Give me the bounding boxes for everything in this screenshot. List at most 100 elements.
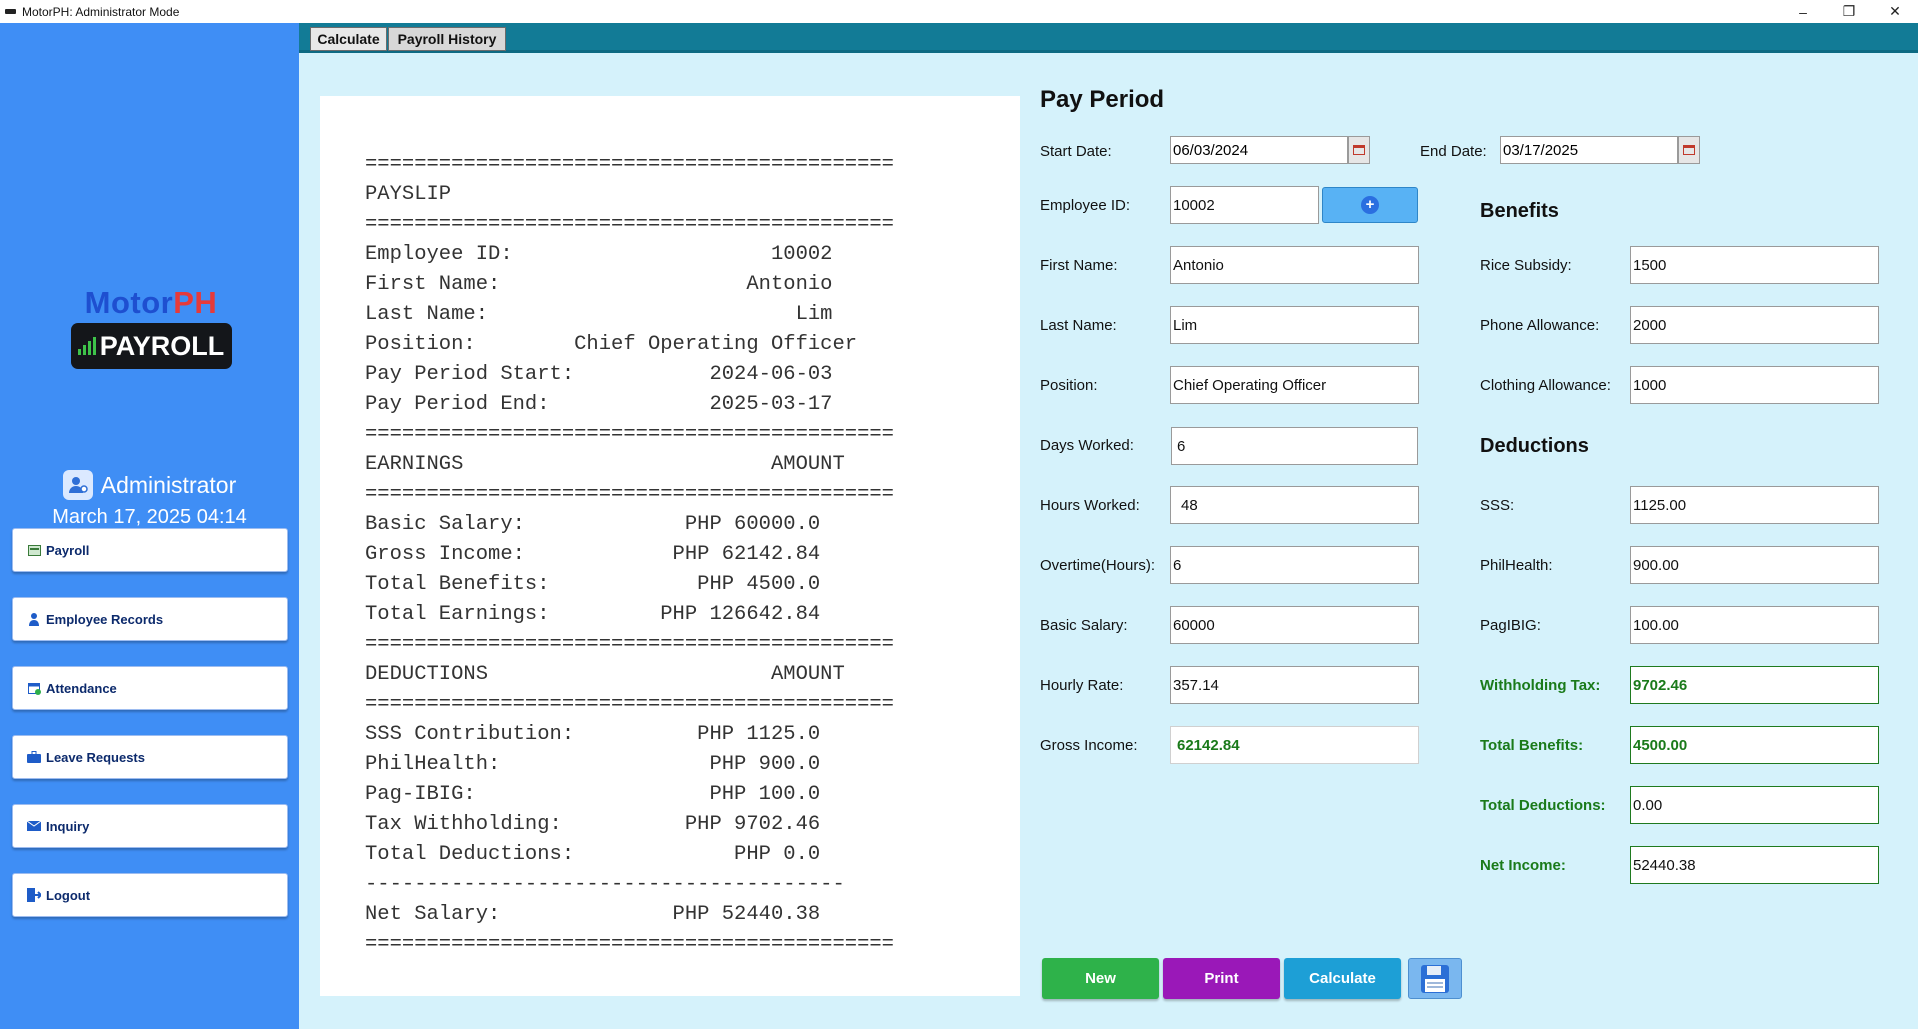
days-worked-field[interactable]: 6	[1171, 427, 1418, 465]
calendar-icon	[1353, 145, 1365, 155]
payslip-line: ---------------------------------------	[365, 873, 845, 896]
withholding-tax-field: 9702.46	[1630, 666, 1879, 704]
deductions-title: Deductions	[1480, 435, 1589, 457]
window-controls: – ❐ ✕	[1780, 0, 1918, 23]
hours-worked-label: Hours Worked:	[1040, 497, 1140, 514]
first-name-label: First Name:	[1040, 257, 1118, 274]
basic-salary-field[interactable]: 60000	[1170, 606, 1419, 644]
tab-bar: Calculate Payroll History	[299, 23, 1918, 53]
current-datetime: March 17, 2025 04:14	[52, 506, 247, 528]
net-income-label: Net Income:	[1480, 857, 1566, 874]
payslip-line: ========================================…	[365, 213, 894, 236]
payslip-line: Pay Period Start: 2024-06-03	[365, 363, 833, 386]
phone-allowance-field[interactable]: 2000	[1630, 306, 1879, 344]
gross-income-label: Gross Income:	[1040, 737, 1138, 754]
lookup-employee-button[interactable]: +	[1322, 187, 1418, 223]
payslip-line: SSS Contribution: PHP 1125.0	[365, 723, 821, 746]
payslip-line: Employee ID: 10002	[365, 243, 833, 266]
start-date-picker-button[interactable]	[1348, 136, 1370, 164]
window-titlebar: MotorPH: Administrator Mode – ❐ ✕	[0, 0, 1918, 23]
hourly-rate-label: Hourly Rate:	[1040, 677, 1124, 694]
payslip-line: Basic Salary: PHP 60000.0	[365, 513, 821, 536]
sidebar-item-inquiry[interactable]: Inquiry	[12, 804, 288, 848]
payslip-line: ========================================…	[365, 153, 894, 176]
last-name-field[interactable]: Lim	[1170, 306, 1419, 344]
end-date-field[interactable]: 03/17/2025	[1500, 136, 1678, 164]
user-gear-icon	[62, 470, 93, 500]
payslip-line: Pag-IBIG: PHP 100.0	[365, 783, 821, 806]
employee-id-label: Employee ID:	[1040, 197, 1131, 214]
calculate-button[interactable]: Calculate	[1284, 958, 1401, 999]
payslip-line: ========================================…	[365, 933, 894, 956]
tab-calculate[interactable]: Calculate	[310, 27, 387, 51]
plus-icon: +	[1361, 196, 1379, 214]
sidebar-item-attendance[interactable]: Attendance	[12, 666, 288, 710]
calendar-icon	[1683, 145, 1695, 155]
payslip-line: Last Name: Lim	[365, 303, 833, 326]
print-button[interactable]: Print	[1163, 958, 1280, 999]
payslip-panel: ========================================…	[320, 96, 1020, 996]
mail-icon	[27, 819, 41, 833]
gross-income-field: 62142.84	[1170, 726, 1419, 764]
overtime-label: Overtime(Hours):	[1040, 557, 1156, 574]
window-title: MotorPH: Administrator Mode	[22, 4, 180, 19]
admin-info: Administrator March 17, 2025 04:14	[0, 470, 299, 529]
total-benefits-field: 4500.00	[1630, 726, 1879, 764]
employee-id-field[interactable]: 10002	[1170, 186, 1319, 224]
payslip-line: Position: Chief Operating Officer	[365, 333, 858, 356]
end-date-label: End Date:	[1420, 143, 1487, 160]
days-worked-label: Days Worked:	[1040, 437, 1134, 454]
position-label: Position:	[1040, 377, 1098, 394]
payslip-line: First Name: Antonio	[365, 273, 833, 296]
start-date-field[interactable]: 06/03/2024	[1170, 136, 1348, 164]
end-date-picker-button[interactable]	[1678, 136, 1700, 164]
payslip-text: ========================================…	[365, 150, 894, 960]
payroll-icon	[27, 543, 41, 557]
payslip-line: Tax Withholding: PHP 9702.46	[365, 813, 821, 836]
rice-subsidy-label: Rice Subsidy:	[1480, 257, 1572, 274]
payslip-line: Total Benefits: PHP 4500.0	[365, 573, 821, 596]
sss-label: SSS:	[1480, 497, 1515, 514]
payslip-line: ========================================…	[365, 483, 894, 506]
sidebar-item-leave-requests[interactable]: Leave Requests	[12, 735, 288, 779]
payslip-line: Pay Period End: 2025-03-17	[365, 393, 833, 416]
logo-payroll-badge: PAYROLL	[70, 323, 232, 369]
payslip-line: PAYSLIP	[365, 183, 452, 206]
clothing-allowance-label: Clothing Allowance:	[1480, 377, 1611, 394]
hourly-rate-field[interactable]: 357.14	[1170, 666, 1419, 704]
rice-subsidy-field[interactable]: 1500	[1630, 246, 1879, 284]
briefcase-icon	[27, 750, 41, 764]
sss-field[interactable]: 1125.00	[1630, 486, 1879, 524]
restore-button[interactable]: ❐	[1826, 0, 1872, 23]
sidebar-item-employee-records[interactable]: Employee Records	[12, 597, 288, 641]
clothing-allowance-field[interactable]: 1000	[1630, 366, 1879, 404]
payslip-line: ========================================…	[365, 693, 894, 716]
philhealth-field[interactable]: 900.00	[1630, 546, 1879, 584]
payslip-line: Net Salary: PHP 52440.38	[365, 903, 821, 926]
hours-worked-field[interactable]: 48	[1170, 486, 1419, 524]
withholding-tax-label: Withholding Tax:	[1480, 677, 1601, 694]
position-field[interactable]: Chief Operating Officer	[1170, 366, 1419, 404]
sidebar-item-logout[interactable]: Logout	[12, 873, 288, 917]
total-benefits-label: Total Benefits:	[1480, 737, 1584, 754]
pagibig-field[interactable]: 100.00	[1630, 606, 1879, 644]
logout-icon	[27, 888, 41, 902]
payslip-line: ========================================…	[365, 423, 894, 446]
sidebar-item-payroll[interactable]: Payroll	[12, 528, 288, 572]
close-button[interactable]: ✕	[1872, 0, 1918, 23]
total-deductions-label: Total Deductions:	[1480, 797, 1606, 814]
first-name-field[interactable]: Antonio	[1170, 246, 1419, 284]
bar-chart-icon	[77, 337, 96, 355]
overtime-field[interactable]: 6	[1170, 546, 1419, 584]
calendar-check-icon	[27, 681, 41, 695]
total-deductions-field: 0.00	[1630, 786, 1879, 824]
minimize-button[interactable]: –	[1780, 0, 1826, 23]
new-button[interactable]: New	[1042, 958, 1159, 999]
save-button[interactable]	[1408, 958, 1462, 999]
floppy-disk-icon	[1421, 964, 1449, 993]
basic-salary-label: Basic Salary:	[1040, 617, 1128, 634]
benefits-title: Benefits	[1480, 200, 1559, 222]
philhealth-label: PhilHealth:	[1480, 557, 1553, 574]
tab-payroll-history[interactable]: Payroll History	[388, 27, 506, 51]
payslip-line: Total Earnings: PHP 126642.84	[365, 603, 821, 626]
